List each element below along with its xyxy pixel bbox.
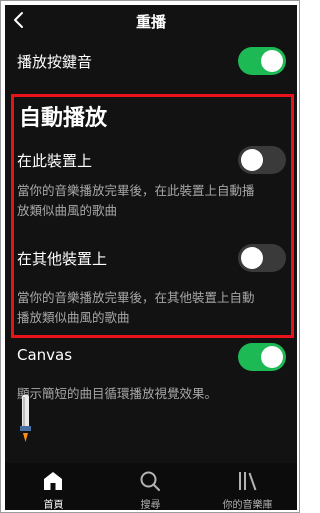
canvas-preview-image: [17, 395, 33, 443]
tab-search[interactable]: 搜尋: [102, 463, 199, 510]
toggle-knob: [241, 247, 263, 269]
autoplay-other-devices-toggle[interactable]: [238, 244, 286, 272]
search-icon: [140, 471, 160, 491]
header: 重播: [5, 5, 297, 37]
button-sound-label: 播放按鍵音: [17, 53, 93, 71]
autoplay-this-device-toggle[interactable]: [238, 146, 286, 174]
autoplay-other-devices-label: 在其他裝置上: [17, 250, 108, 268]
tab-library-label: 你的音樂庫: [222, 500, 273, 510]
button-sound-toggle[interactable]: [238, 47, 286, 75]
home-icon: [44, 472, 62, 490]
canvas-toggle[interactable]: [238, 343, 286, 371]
canvas-desc: 顯示簡短的曲目循環播放視覺效果。: [17, 386, 218, 401]
toggle-knob: [241, 149, 263, 171]
tab-library[interactable]: 你的音樂庫: [199, 463, 296, 510]
autoplay-this-device-label: 在此裝置上: [17, 152, 93, 170]
library-icon: [239, 472, 257, 491]
canvas-label: Canvas: [17, 346, 73, 364]
autoplay-section-title: 自動播放: [19, 106, 108, 131]
screenshot-frame: 重播 播放按鍵音 自動播放 在此裝置上 當你的音樂播放完畢後，在此裝置上自動播 …: [0, 0, 300, 513]
tab-home-label: 首頁: [43, 500, 64, 510]
settings-screen: 重播 播放按鍵音 自動播放 在此裝置上 當你的音樂播放完畢後，在此裝置上自動播 …: [5, 5, 297, 510]
bottom-tab-bar: 首頁 搜尋 你的音樂庫: [5, 463, 297, 510]
autoplay-this-device-desc-1: 當你的音樂播放完畢後，在此裝置上自動播: [17, 183, 255, 198]
autoplay-other-devices-desc-1: 當你的音樂播放完畢後，在其他裝置上自動: [17, 290, 255, 305]
autoplay-this-device-desc-2: 放類似曲風的歌曲: [17, 203, 118, 218]
toggle-knob: [261, 50, 283, 72]
page-title: 重播: [135, 13, 166, 31]
tab-search-label: 搜尋: [140, 500, 161, 510]
autoplay-other-devices-desc-2: 播放類似曲風的歌曲: [17, 310, 130, 325]
tab-home[interactable]: 首頁: [5, 463, 102, 510]
toggle-knob: [261, 346, 283, 368]
